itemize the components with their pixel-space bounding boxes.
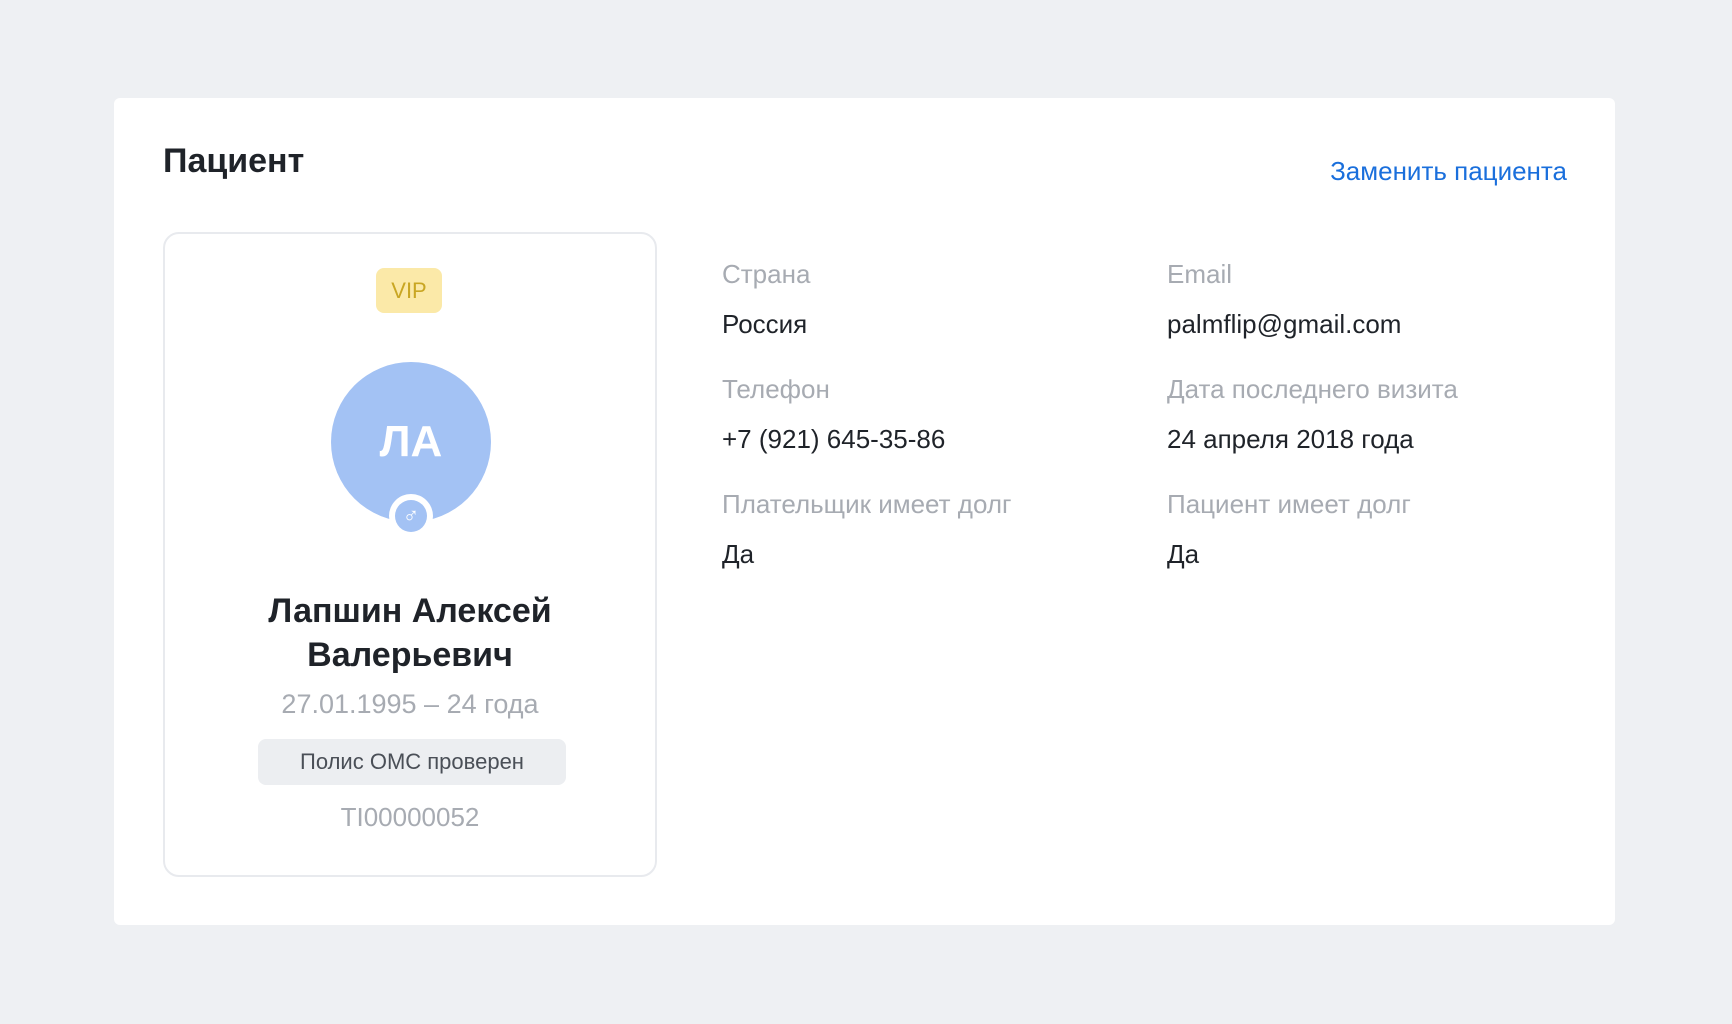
field-value: 24 апреля 2018 года [1167, 424, 1414, 454]
field-country: Страна Россия [722, 259, 810, 339]
vip-badge: VIP [376, 268, 442, 313]
field-label: Страна [722, 259, 811, 289]
field-phone: Телефон +7 (921) 645-35-86 [722, 374, 945, 454]
field-label: Дата последнего визита [1167, 374, 1458, 404]
patient-card: Пациент Заменить пациента VIP ЛА ♂ Лапши… [114, 98, 1615, 925]
patient-profile-card: VIP ЛА ♂ Лапшин Алексей Валерьевич 27.01… [163, 232, 657, 877]
page-title: Пациент [163, 142, 305, 180]
field-label: Пациент имеет долг [1167, 489, 1411, 519]
oms-status-badge: Полис ОМС проверен [258, 739, 566, 785]
field-payer-debt: Плательщик имеет долг Да [722, 489, 1012, 569]
field-last-visit: Дата последнего визита 24 апреля 2018 го… [1167, 374, 1458, 454]
field-patient-debt: Пациент имеет долг Да [1167, 489, 1411, 569]
replace-patient-link[interactable]: Заменить пациента [1330, 156, 1567, 187]
field-label: Email [1167, 259, 1233, 289]
patient-name: Лапшин Алексей Валерьевич [165, 589, 655, 677]
field-email: Email palmflip@gmail.com [1167, 259, 1401, 339]
field-label: Телефон [722, 374, 830, 404]
field-value: +7 (921) 645-35-86 [722, 424, 946, 454]
patient-name-line-1: Лапшин Алексей [268, 592, 552, 630]
field-value: Да [1167, 539, 1200, 569]
field-label: Плательщик имеет долг [722, 489, 1012, 519]
male-gender-icon: ♂ [395, 500, 427, 532]
gender-indicator: ♂ [389, 494, 433, 538]
patient-name-line-2: Валерьевич [307, 636, 513, 674]
field-value: palmflip@gmail.com [1167, 309, 1402, 339]
field-value: Да [722, 539, 755, 569]
patient-id: TI00000052 [340, 802, 480, 832]
field-value: Россия [722, 309, 808, 339]
birth-date-age: 27.01.1995 – 24 года [281, 689, 539, 719]
